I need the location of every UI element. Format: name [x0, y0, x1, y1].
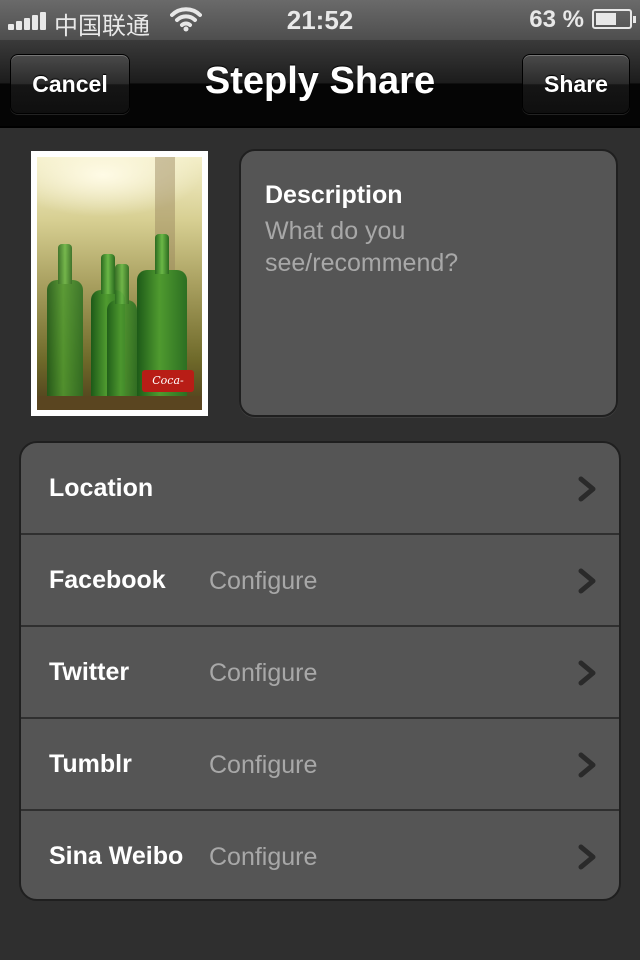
row-label: Twitter	[49, 658, 130, 686]
photo-thumbnail[interactable]: Coca-Cola	[31, 151, 208, 416]
chevron-right-icon	[578, 568, 596, 594]
row-value: Configure	[209, 659, 318, 687]
share-button[interactable]: Share	[522, 54, 630, 114]
row-label: Location	[49, 474, 154, 502]
chevron-right-icon	[578, 844, 596, 870]
list-item-tumblr[interactable]: Tumblr Configure	[21, 719, 619, 811]
chevron-right-icon	[578, 660, 596, 686]
share-options-list: Location Facebook Configure Twitter Conf…	[19, 441, 621, 901]
navigation-bar: Cancel Steply Share Share	[0, 40, 640, 128]
row-label: Facebook	[49, 566, 166, 594]
list-item-facebook[interactable]: Facebook Configure	[21, 535, 619, 627]
description-field[interactable]: Description What do you see/recommend?	[239, 149, 618, 417]
list-item-sina-weibo[interactable]: Sina Weibo Configure	[21, 811, 619, 899]
list-item-location[interactable]: Location	[21, 443, 619, 535]
photo-image: Coca-Cola	[37, 157, 202, 410]
list-item-twitter[interactable]: Twitter Configure	[21, 627, 619, 719]
row-value: Configure	[209, 751, 318, 779]
battery-percentage: 63 %	[529, 6, 584, 33]
row-value: Configure	[209, 567, 318, 595]
row-value: Configure	[209, 843, 318, 871]
chevron-right-icon	[578, 476, 596, 502]
description-label: Description	[265, 181, 403, 209]
status-bar: 中国联通 21:52 63 %	[0, 0, 640, 40]
battery-icon	[592, 9, 636, 29]
bottle-label-decoration: Coca-Cola	[142, 370, 194, 409]
share-screen: 中国联通 21:52 63 % Cancel Steply Share Shar…	[0, 0, 640, 960]
battery-level-fill	[596, 13, 617, 25]
row-label: Sina Weibo	[49, 842, 184, 870]
chevron-right-icon	[578, 752, 596, 778]
row-label: Tumblr	[49, 750, 132, 778]
description-placeholder: What do you see/recommend?	[265, 217, 459, 277]
